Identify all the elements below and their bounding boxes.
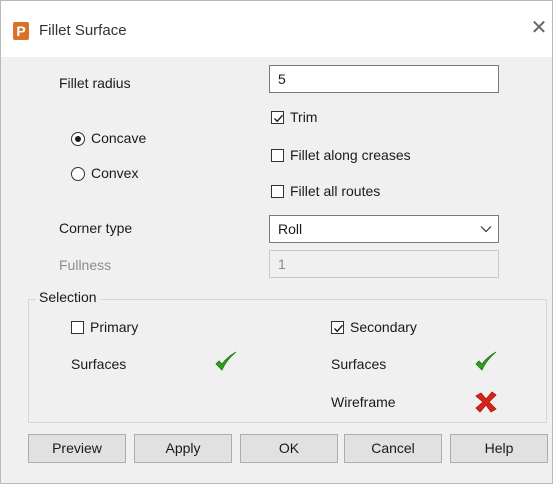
fillet-surface-dialog: P Fillet Surface ✕ Fillet radius 5 Trim …	[0, 0, 553, 484]
primary-surfaces-label: Surfaces	[71, 356, 127, 372]
secondary-checkbox[interactable]	[331, 321, 344, 334]
chevron-down-icon	[480, 226, 492, 233]
radio-selected-dot	[75, 136, 81, 142]
help-button-label: Help	[484, 440, 514, 456]
dialog-body: Fillet radius 5 Trim Concave Fillet alon…	[1, 57, 552, 483]
fillet-radius-label: Fillet radius	[59, 75, 131, 91]
app-icon: P	[13, 22, 29, 40]
title-bar[interactable]: P Fillet Surface ✕	[1, 1, 552, 57]
primary-label: Primary	[90, 319, 139, 335]
fullness-input: 1	[269, 250, 499, 278]
concave-radio[interactable]	[71, 132, 85, 146]
fillet-radius-input[interactable]: 5	[269, 65, 499, 93]
primary-checkbox[interactable]	[71, 321, 84, 334]
green-check-icon	[215, 351, 237, 371]
fillet-all-routes-label: Fillet all routes	[290, 183, 381, 199]
close-icon[interactable]: ✕	[529, 18, 549, 38]
fillet-along-creases-checkbox[interactable]	[271, 149, 284, 162]
corner-type-dropdown[interactable]: Roll	[269, 215, 499, 243]
apply-button[interactable]: Apply	[134, 434, 232, 463]
help-button[interactable]: Help	[450, 434, 548, 463]
apply-button-label: Apply	[165, 440, 201, 456]
trim-checkbox[interactable]	[271, 111, 284, 124]
ok-button[interactable]: OK	[240, 434, 338, 463]
checkmark-icon	[333, 324, 344, 333]
preview-button-label: Preview	[52, 440, 102, 456]
corner-type-value: Roll	[278, 221, 303, 237]
fillet-along-creases-label: Fillet along creases	[290, 147, 411, 163]
trim-label: Trim	[290, 109, 318, 125]
ok-button-label: OK	[278, 440, 300, 456]
cancel-button-label: Cancel	[371, 440, 415, 456]
preview-button[interactable]: Preview	[28, 434, 126, 463]
selection-group-title: Selection	[36, 289, 100, 305]
window-title: Fillet Surface	[39, 22, 127, 39]
secondary-wireframe-label: Wireframe	[331, 394, 396, 410]
green-check-icon	[475, 351, 497, 371]
secondary-label: Secondary	[350, 319, 417, 335]
cancel-button[interactable]: Cancel	[344, 434, 442, 463]
fillet-all-routes-checkbox[interactable]	[271, 185, 284, 198]
checkmark-icon	[273, 114, 284, 123]
corner-type-label: Corner type	[59, 220, 133, 236]
convex-label: Convex	[91, 165, 139, 181]
concave-label: Concave	[91, 130, 147, 146]
convex-radio[interactable]	[71, 167, 85, 181]
red-cross-icon	[475, 391, 497, 413]
fullness-label: Fullness	[59, 257, 112, 273]
secondary-surfaces-label: Surfaces	[331, 356, 387, 372]
